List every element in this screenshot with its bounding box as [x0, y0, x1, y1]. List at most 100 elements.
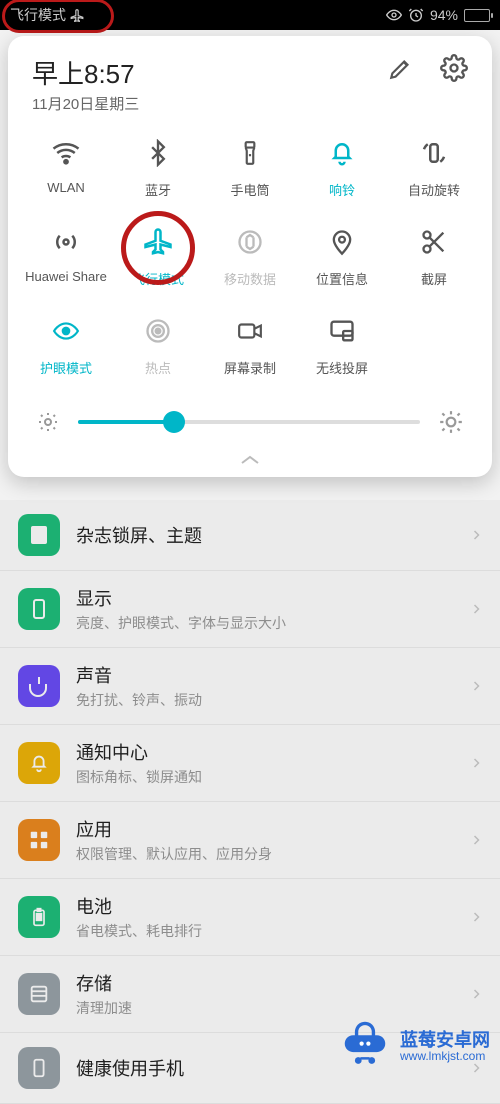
settings-gear-icon[interactable] — [440, 54, 468, 82]
brightness-slider[interactable] — [78, 420, 420, 424]
watermark-url: www.lmkjst.com — [400, 1050, 490, 1064]
notification-panel: 早上8:57 11月20日星期三 WLAN 蓝牙 手电筒 响铃 自动旋转 Huawei S… — [8, 36, 492, 477]
settings-item-icon — [18, 896, 60, 938]
alarm-status-icon — [408, 7, 424, 23]
settings-item-title: 存储 — [76, 970, 132, 996]
settings-item-icon — [18, 1047, 60, 1089]
qs-label: 护眼模式 — [40, 358, 92, 377]
settings-item-subtitle: 图标角标、锁屏通知 — [76, 767, 202, 787]
chevron-right-icon — [470, 908, 482, 926]
qs-icon-无线投屏 — [325, 314, 359, 348]
qs-WLAN[interactable]: WLAN — [20, 136, 112, 199]
qs-label: Huawei Share — [25, 269, 107, 284]
settings-item-subtitle: 亮度、护眼模式、字体与显示大小 — [76, 613, 286, 633]
brightness-row — [14, 385, 486, 443]
qs-label: 飞行模式 — [132, 269, 184, 288]
qs-icon-手电筒 — [233, 136, 267, 170]
qs-icon-移动数据 — [233, 225, 267, 259]
chevron-right-icon — [470, 831, 482, 849]
brightness-low-icon — [36, 410, 60, 434]
settings-item-title: 杂志锁屏、主题 — [76, 522, 202, 548]
expand-handle[interactable] — [14, 443, 486, 471]
panel-date: 11月20日星期三 — [32, 93, 139, 114]
quick-settings-grid: WLAN 蓝牙 手电筒 响铃 自动旋转 Huawei Share 飞行模式 移动数据 位置信息 截… — [14, 122, 486, 385]
brightness-slider-thumb[interactable] — [163, 411, 185, 433]
qs-icon-屏幕录制 — [233, 314, 267, 348]
chevron-right-icon — [470, 754, 482, 772]
qs-label: 移动数据 — [224, 269, 276, 288]
settings-item-icon — [18, 973, 60, 1015]
settings-item-title: 电池 — [76, 893, 202, 919]
airplane-mode-status-label: 飞行模式 — [10, 5, 66, 25]
qs-手电筒[interactable]: 手电筒 — [204, 136, 296, 199]
watermark-icon — [338, 1020, 392, 1074]
settings-item[interactable]: 显示亮度、护眼模式、字体与显示大小 — [0, 571, 500, 648]
qs-icon-护眼模式 — [49, 314, 83, 348]
qs-icon-WLAN — [49, 136, 83, 170]
settings-item-icon — [18, 665, 60, 707]
chevron-right-icon — [470, 526, 482, 544]
status-bar: 飞行模式 94% — [0, 0, 500, 30]
qs-护眼模式[interactable]: 护眼模式 — [20, 314, 112, 377]
qs-icon-热点 — [141, 314, 175, 348]
status-right: 94% — [386, 7, 490, 23]
settings-item-subtitle: 免打扰、铃声、振动 — [76, 690, 202, 710]
settings-item-icon — [18, 742, 60, 784]
settings-item-subtitle: 权限管理、默认应用、应用分身 — [76, 844, 272, 864]
settings-item-title: 应用 — [76, 816, 272, 842]
qs-icon-Huawei Share — [49, 225, 83, 259]
qs-label: 蓝牙 — [145, 180, 171, 199]
status-left: 飞行模式 — [10, 5, 84, 25]
settings-item-title: 声音 — [76, 662, 202, 688]
qs-移动数据[interactable]: 移动数据 — [204, 225, 296, 288]
qs-蓝牙[interactable]: 蓝牙 — [112, 136, 204, 199]
settings-item-icon — [18, 588, 60, 630]
brightness-high-icon — [438, 409, 464, 435]
qs-飞行模式[interactable]: 飞行模式 — [112, 225, 204, 288]
panel-time: 早上8:57 — [32, 54, 139, 91]
qs-截屏[interactable]: 截屏 — [388, 225, 480, 288]
watermark-name: 蓝莓安卓网 — [400, 1030, 490, 1051]
qs-位置信息[interactable]: 位置信息 — [296, 225, 388, 288]
qs-icon-位置信息 — [325, 225, 359, 259]
chevron-right-icon — [470, 600, 482, 618]
settings-item-subtitle: 清理加速 — [76, 998, 132, 1018]
qs-Huawei Share[interactable]: Huawei Share — [20, 225, 112, 288]
eye-comfort-status-icon — [386, 7, 402, 23]
airplane-icon — [70, 8, 84, 22]
settings-item[interactable]: 电池省电模式、耗电排行 — [0, 879, 500, 956]
qs-屏幕录制[interactable]: 屏幕录制 — [204, 314, 296, 377]
qs-热点[interactable]: 热点 — [112, 314, 204, 377]
edit-icon[interactable] — [388, 55, 414, 81]
settings-item[interactable]: 声音免打扰、铃声、振动 — [0, 648, 500, 725]
qs-label: 截屏 — [421, 269, 447, 288]
qs-自动旋转[interactable]: 自动旋转 — [388, 136, 480, 199]
battery-percent-label: 94% — [430, 7, 458, 23]
settings-item-icon — [18, 514, 60, 556]
qs-icon-自动旋转 — [417, 136, 451, 170]
settings-item-icon — [18, 819, 60, 861]
qs-label: WLAN — [47, 180, 85, 195]
qs-icon-蓝牙 — [141, 136, 175, 170]
chevron-right-icon — [470, 985, 482, 1003]
qs-无线投屏[interactable]: 无线投屏 — [296, 314, 388, 377]
settings-item-title: 显示 — [76, 585, 286, 611]
settings-item-title: 健康使用手机 — [76, 1055, 184, 1081]
settings-item[interactable]: 杂志锁屏、主题 — [0, 500, 500, 571]
qs-响铃[interactable]: 响铃 — [296, 136, 388, 199]
watermark: 蓝莓安卓网 www.lmkjst.com — [338, 1020, 490, 1074]
battery-icon — [464, 9, 490, 22]
qs-label: 自动旋转 — [408, 180, 460, 199]
settings-item[interactable]: 通知中心图标角标、锁屏通知 — [0, 725, 500, 802]
qs-label: 位置信息 — [316, 269, 368, 288]
qs-label: 手电筒 — [230, 180, 269, 199]
qs-icon-飞行模式 — [141, 225, 175, 259]
settings-list: 杂志锁屏、主题显示亮度、护眼模式、字体与显示大小声音免打扰、铃声、振动通知中心图… — [0, 500, 500, 1104]
chevron-right-icon — [470, 677, 482, 695]
panel-header: 早上8:57 11月20日星期三 — [14, 54, 486, 122]
settings-item-subtitle: 省电模式、耗电排行 — [76, 921, 202, 941]
qs-label: 屏幕录制 — [224, 358, 276, 377]
qs-label: 响铃 — [329, 180, 355, 199]
settings-item[interactable]: 应用权限管理、默认应用、应用分身 — [0, 802, 500, 879]
qs-label: 热点 — [145, 358, 171, 377]
